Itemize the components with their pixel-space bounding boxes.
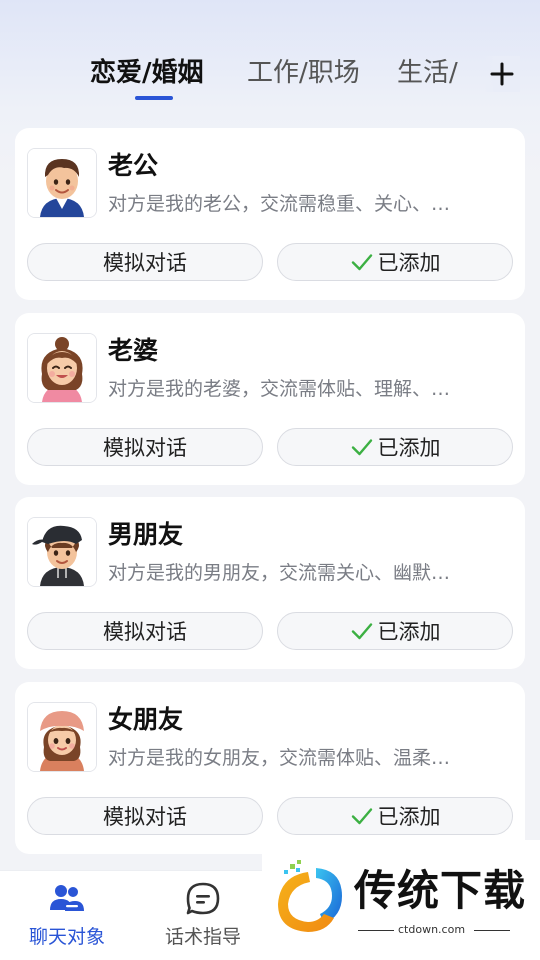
contact-name: 男朋友 [108, 520, 184, 549]
nav-script-guidance[interactable]: 话术指导 [148, 881, 258, 949]
simulate-chat-button[interactable]: 模拟对话 [27, 428, 263, 466]
watermark-divider [474, 930, 510, 931]
nav-script-guidance-label: 话术指导 [164, 926, 241, 948]
tab-work-career[interactable]: 工作/职场 [247, 56, 360, 90]
added-button[interactable]: 已添加 [277, 612, 513, 650]
added-button[interactable]: 已添加 [277, 428, 513, 466]
added-label: 已添加 [377, 436, 441, 460]
checkmark-icon [351, 623, 372, 640]
added-button[interactable]: 已添加 [277, 243, 513, 281]
contact-description: 对方是我的老公，交流需稳重、关心、… [108, 193, 451, 215]
simulate-chat-button[interactable]: 模拟对话 [27, 243, 263, 281]
added-label: 已添加 [377, 620, 441, 644]
nav-chat-targets[interactable]: 聊天对象 [12, 881, 122, 949]
contact-description: 对方是我的女朋友，交流需体贴、温柔… [108, 747, 451, 769]
contact-card-boyfriend[interactable]: 男朋友 对方是我的男朋友，交流需关心、幽默… 模拟对话 已添加 [15, 497, 525, 669]
watermark-logo-icon [278, 860, 342, 932]
tab-life[interactable]: 生活/ [397, 56, 458, 90]
contact-card-husband[interactable]: 老公 对方是我的老公，交流需稳重、关心、… 模拟对话 已添加 [15, 128, 525, 300]
husband-avatar-icon [28, 149, 96, 217]
active-tab-indicator [135, 96, 173, 100]
category-tabs: 恋爱/婚姻 工作/职场 生活/ [0, 52, 540, 102]
contact-card-girlfriend[interactable]: 女朋友 对方是我的女朋友，交流需体贴、温柔… 模拟对话 已添加 [15, 682, 525, 854]
people-icon [50, 885, 84, 911]
add-category-button[interactable] [484, 56, 520, 92]
chat-bubble-icon [186, 882, 220, 915]
avatar [27, 517, 97, 587]
added-label: 已添加 [377, 251, 441, 275]
checkmark-icon [351, 808, 372, 825]
simulate-chat-label: 模拟对话 [103, 251, 187, 275]
girlfriend-avatar-icon [28, 703, 96, 771]
contact-description: 对方是我的老婆，交流需体贴、理解、… [108, 378, 451, 400]
watermark-text: 传统下载 [354, 866, 527, 915]
checkmark-icon [351, 439, 372, 456]
wife-avatar-icon [28, 334, 96, 402]
simulate-chat-label: 模拟对话 [103, 620, 187, 644]
watermark-subtext: ctdown.com [398, 923, 466, 936]
nav-chat-targets-label: 聊天对象 [28, 926, 105, 948]
added-button[interactable]: 已添加 [277, 797, 513, 835]
simulate-chat-label: 模拟对话 [103, 436, 187, 460]
simulate-chat-button[interactable]: 模拟对话 [27, 797, 263, 835]
watermark-overlay: 传统下载 ctdown.com [262, 840, 540, 960]
checkmark-icon [351, 254, 372, 271]
contact-description: 对方是我的男朋友，交流需关心、幽默… [108, 562, 451, 584]
added-label: 已添加 [377, 805, 441, 829]
avatar [27, 148, 97, 218]
simulate-chat-button[interactable]: 模拟对话 [27, 612, 263, 650]
avatar [27, 333, 97, 403]
contact-name: 老婆 [108, 336, 159, 365]
simulate-chat-label: 模拟对话 [103, 805, 187, 829]
tab-love-marriage[interactable]: 恋爱/婚姻 [90, 56, 204, 90]
contact-name: 老公 [108, 151, 159, 180]
contact-card-wife[interactable]: 老婆 对方是我的老婆，交流需体贴、理解、… 模拟对话 已添加 [15, 313, 525, 485]
plus-icon [490, 62, 514, 86]
watermark-divider [358, 930, 394, 931]
avatar [27, 702, 97, 772]
boyfriend-avatar-icon [28, 518, 96, 586]
contact-name: 女朋友 [108, 705, 184, 734]
